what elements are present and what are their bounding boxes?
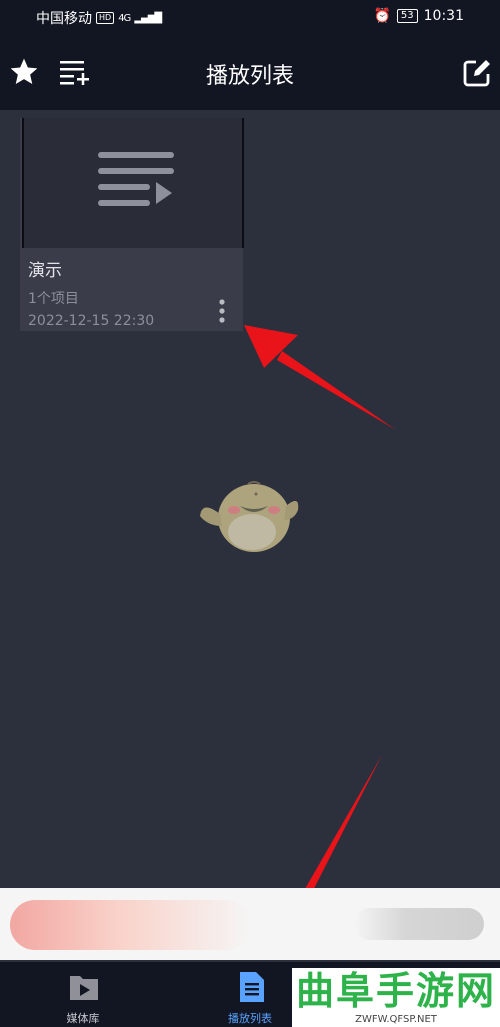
signal-icon: ▂▄▆█ xyxy=(134,12,162,24)
edit-icon[interactable] xyxy=(462,58,492,88)
hd-badge: HD xyxy=(96,12,115,24)
nav-label-media-library: 媒体库 xyxy=(66,1012,100,1025)
battery-indicator: 53 xyxy=(396,9,418,23)
alarm-icon: ⏰ xyxy=(373,8,391,24)
playlist-card[interactable]: 演示 1个项目 2022-12-15 22:30 xyxy=(20,118,244,331)
ad-image-right xyxy=(354,908,484,940)
watermark-logo: 曲阜手游网 ZWFW.QFSP.NET xyxy=(292,968,500,1027)
status-left: 中国移动 HD 4G ▂▄▆█ xyxy=(36,8,162,28)
list-icon xyxy=(240,972,264,1002)
status-bar: 中国移动 HD 4G ▂▄▆█ ⏰ 53 10:31 xyxy=(0,0,500,36)
carrier-label: 中国移动 xyxy=(36,11,92,27)
more-options-icon[interactable] xyxy=(214,298,230,324)
page-title: 播放列表 xyxy=(205,64,294,89)
annotation-arrow-top xyxy=(244,325,396,430)
clock: 10:31 xyxy=(423,8,464,24)
playlist-date: 2022-12-15 22:30 xyxy=(28,313,155,329)
watermark-url: ZWFW.QFSP.NET xyxy=(355,1014,437,1025)
status-right: ⏰ 53 10:31 xyxy=(373,8,464,24)
network-label: 4G xyxy=(118,12,131,24)
app-bar: 播放列表 xyxy=(0,36,500,110)
mascot-illustration xyxy=(200,481,299,552)
playlist-name: 演示 xyxy=(28,261,62,281)
playlist-icon xyxy=(98,152,174,206)
ad-image-left xyxy=(10,900,250,950)
ad-banner[interactable] xyxy=(0,888,500,960)
watermark-title: 曲阜手游网 xyxy=(295,968,496,1013)
nav-tab-media-library[interactable]: 媒体库 xyxy=(23,962,143,1027)
playlist-thumbnail xyxy=(22,118,244,248)
playlist-item-count: 1个项目 xyxy=(28,291,79,307)
folder-play-icon xyxy=(70,976,98,1000)
